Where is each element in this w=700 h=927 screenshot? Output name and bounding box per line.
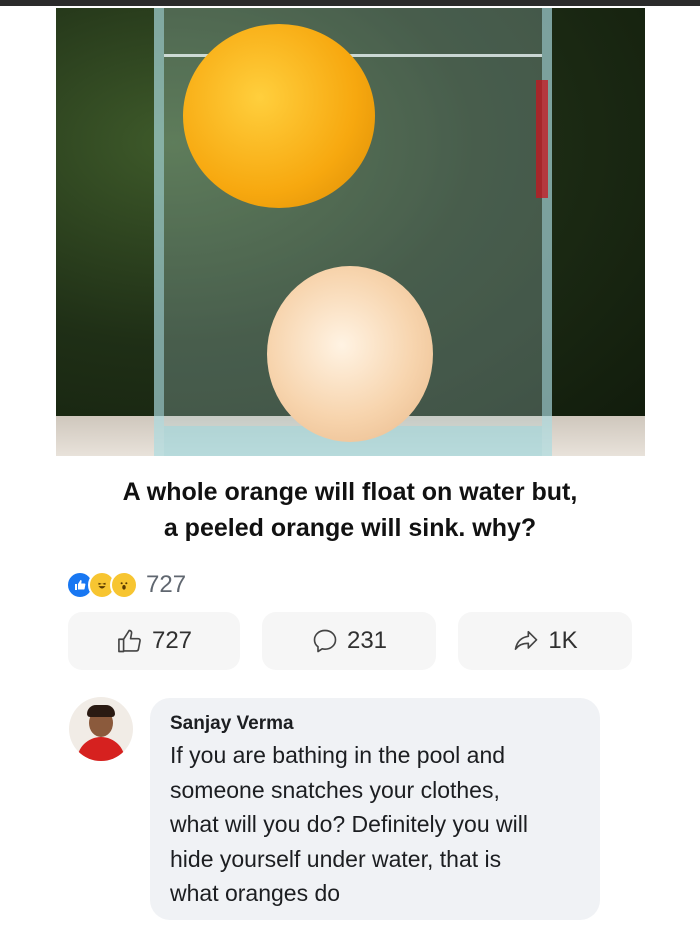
reactions-count: 727 xyxy=(146,571,187,598)
top-edge-bar xyxy=(0,0,700,6)
comment-author[interactable]: Sanjay Verma xyxy=(170,712,582,736)
comment-line: hide yourself under water, that is xyxy=(170,845,502,872)
comment-line: someone snatches your clothes, xyxy=(170,776,500,803)
comment-icon xyxy=(311,627,339,655)
comment-line: what will you do? Definitely you will xyxy=(170,811,528,837)
thumbs-up-icon xyxy=(116,627,144,655)
wow-icon xyxy=(110,571,138,599)
share-button[interactable]: 1K xyxy=(458,612,632,670)
commenter-avatar[interactable] xyxy=(69,697,133,761)
comment-bubble: Sanjay Verma If you are bathing in the p… xyxy=(150,698,600,920)
like-count: 727 xyxy=(151,627,193,654)
caption-line: a peeled orange will sink. why? xyxy=(163,514,537,542)
peeled-orange xyxy=(267,266,433,442)
image-watermark xyxy=(536,80,548,198)
comment-line: what oranges do xyxy=(170,880,341,906)
comment-line: If you are bathing in the pool and xyxy=(170,742,506,768)
reactions-summary[interactable]: 727 xyxy=(66,569,186,601)
share-count: 1K xyxy=(548,627,578,654)
share-arrow-icon xyxy=(512,627,540,655)
caption-line: A whole orange will float on water but, xyxy=(122,478,578,506)
post-caption: A whole orange will float on water but, … xyxy=(90,474,610,546)
avatar-hair xyxy=(87,705,115,717)
comment-button[interactable]: 231 xyxy=(262,612,436,670)
comment-text: If you are bathing in the pool and someo… xyxy=(170,738,582,911)
like-button[interactable]: 727 xyxy=(68,612,240,670)
whole-orange xyxy=(183,24,375,208)
comment-count: 231 xyxy=(346,627,388,654)
post-image[interactable] xyxy=(56,8,645,456)
avatar-shirt xyxy=(77,737,125,761)
